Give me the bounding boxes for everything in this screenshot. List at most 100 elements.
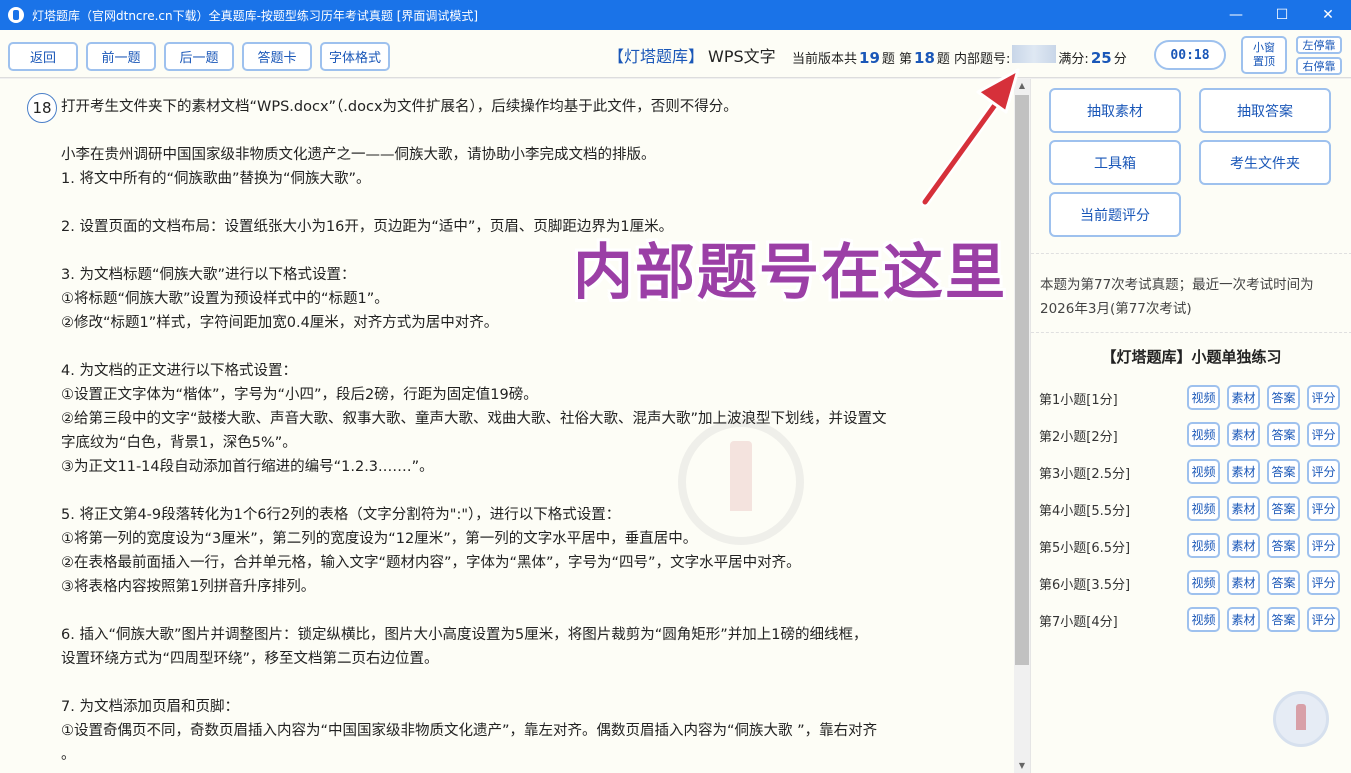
internal-id-value — [1012, 45, 1057, 63]
question-line — [61, 599, 1001, 623]
scroll-thumb[interactable] — [1015, 95, 1029, 665]
subquestion-answer-button[interactable]: 答案 — [1267, 570, 1300, 595]
subquestion-label: 第6小题[3.5分] — [1039, 578, 1131, 593]
question-line: ③将表格内容按照第1列拼音升序排列。 — [61, 579, 316, 595]
subquestion-label: 第1小题[1分] — [1039, 393, 1118, 408]
brand-title: 【灯塔题库】 WPS文字 — [608, 43, 776, 67]
annotation-text: 内部题号在这里 — [573, 238, 1007, 308]
panel-divider — [1031, 332, 1351, 333]
exam-info: 本题为第77次考试真题；最近一次考试时间为2026年3月(第77次考试) — [1040, 277, 1314, 317]
question-line: ②给第三段中的文字“鼓楼大歌、声音大歌、叙事大歌、童声大歌、戏曲大歌、社俗大歌、… — [61, 411, 887, 427]
practice-title: 【灯塔题库】小题单独练习 — [1101, 348, 1282, 366]
subquestion-grade-button[interactable]: 评分 — [1307, 422, 1340, 447]
subquestion-grade-button[interactable]: 评分 — [1307, 533, 1340, 558]
scroll-down-icon[interactable]: ▼ — [1014, 759, 1030, 773]
subquestion-video-button[interactable]: 视频 — [1187, 533, 1220, 558]
window-title: 灯塔题库（官网dtncre.cn下载）全真题库-按题型练习历年考试真题 [界面调… — [32, 8, 479, 23]
candidate-folder-button[interactable]: 考生文件夹 — [1199, 140, 1331, 185]
prev-question-button[interactable]: 前一题 — [86, 42, 156, 71]
maximize-button[interactable]: ☐ — [1259, 0, 1305, 30]
pin-window-button[interactable]: 小窗 置顶 — [1241, 36, 1287, 74]
toolbox-button[interactable]: 工具箱 — [1049, 140, 1181, 185]
back-button[interactable]: 返回 — [8, 42, 78, 71]
subquestion-video-button[interactable]: 视频 — [1187, 385, 1220, 410]
question-number-badge: 18 — [27, 93, 57, 123]
subquestion-row: 第6小题[3.5分] 视频 素材 答案 评分 — [1039, 570, 1349, 596]
question-line: 7. 为文档添加页眉和页脚： — [61, 699, 239, 715]
panel-divider — [1031, 253, 1351, 254]
content-scrollbar[interactable]: ▲ ▼ — [1014, 79, 1030, 773]
subquestion-row: 第3小题[2.5分] 视频 素材 答案 评分 — [1039, 459, 1349, 485]
minimize-button[interactable]: — — [1213, 0, 1259, 30]
score-label: 满分: — [1058, 52, 1089, 67]
subquestion-material-button[interactable]: 素材 — [1227, 533, 1260, 558]
question-line: ②修改“标题1”样式，字符间距加宽0.4厘米，对齐方式为居中对齐。 — [61, 315, 499, 331]
subquestion-answer-button[interactable]: 答案 — [1267, 422, 1300, 447]
lighthouse-logo — [1273, 691, 1329, 747]
subquestion-label: 第2小题[2分] — [1039, 430, 1118, 445]
scroll-up-icon[interactable]: ▲ — [1014, 79, 1030, 93]
subquestion-grade-button[interactable]: 评分 — [1307, 570, 1340, 595]
question-text: 打开考生文件夹下的素材文档“WPS.docx”（.docx为文件扩展名），后续操… — [61, 95, 1001, 767]
score-value: 25 — [1090, 49, 1112, 67]
subquestion-answer-button[interactable]: 答案 — [1267, 607, 1300, 632]
subquestion-material-button[interactable]: 素材 — [1227, 570, 1260, 595]
subquestion-answer-button[interactable]: 答案 — [1267, 459, 1300, 484]
question-line: ①将第一列的宽度设为“3厘米”，第二列的宽度设为“12厘米”，第一列的文字水平居… — [61, 531, 698, 547]
dock-right-button[interactable]: 右停靠 — [1296, 57, 1342, 75]
question-line — [61, 191, 1001, 215]
question-line — [61, 479, 1001, 503]
subquestion-video-button[interactable]: 视频 — [1187, 570, 1220, 595]
next-question-button[interactable]: 后一题 — [164, 42, 234, 71]
subquestion-material-button[interactable]: 素材 — [1227, 607, 1260, 632]
subquestion-row: 第7小题[4分] 视频 素材 答案 评分 — [1039, 607, 1349, 633]
subquestion-row: 第4小题[5.5分] 视频 素材 答案 评分 — [1039, 496, 1349, 522]
subquestion-label: 第4小题[5.5分] — [1039, 504, 1131, 519]
timer: 00:18 — [1154, 40, 1226, 70]
subquestion-material-button[interactable]: 素材 — [1227, 459, 1260, 484]
title-bar: 灯塔题库（官网dtncre.cn下载）全真题库-按题型练习历年考试真题 [界面调… — [0, 0, 1351, 30]
subquestion-material-button[interactable]: 素材 — [1227, 496, 1260, 521]
question-line: 1. 将文中所有的“侗族歌曲”替换为“侗族大歌”。 — [61, 171, 371, 187]
subquestion-grade-button[interactable]: 评分 — [1307, 459, 1340, 484]
question-line — [61, 335, 1001, 359]
subquestion-grade-button[interactable]: 评分 — [1307, 385, 1340, 410]
question-line: ①设置奇偶页不同，奇数页眉插入内容为“中国国家级非物质文化遗产”，靠左对齐。偶数… — [61, 723, 878, 739]
question-line — [61, 671, 1001, 695]
question-line: ③为正文11-14段自动添加首行缩进的编号“1.2.3.……”。 — [61, 459, 434, 475]
extract-answer-button[interactable]: 抽取答案 — [1199, 88, 1331, 133]
question-line: ②在表格最前面插入一行，合并单元格，输入文字“题材内容”，字体为“黑体”，字号为… — [61, 555, 801, 571]
subquestion-grade-button[interactable]: 评分 — [1307, 607, 1340, 632]
dock-left-button[interactable]: 左停靠 — [1296, 36, 1342, 54]
subquestion-row: 第2小题[2分] 视频 素材 答案 评分 — [1039, 422, 1349, 448]
close-button[interactable]: ✕ — [1305, 0, 1351, 30]
extract-material-button[interactable]: 抽取素材 — [1049, 88, 1181, 133]
subquestion-label: 第3小题[2.5分] — [1039, 467, 1131, 482]
subquestion-row: 第1小题[1分] 视频 素材 答案 评分 — [1039, 385, 1349, 411]
subquestion-material-button[interactable]: 素材 — [1227, 385, 1260, 410]
right-panel: 抽取素材 抽取答案 工具箱 考生文件夹 当前题评分 本题为第77次考试真题；最近… — [1030, 79, 1351, 773]
question-line: 。 — [61, 747, 76, 763]
font-format-button[interactable]: 字体格式 — [320, 42, 390, 71]
subquestion-row: 第5小题[6.5分] 视频 素材 答案 评分 — [1039, 533, 1349, 559]
app-icon — [8, 7, 24, 23]
answer-card-button[interactable]: 答题卡 — [242, 42, 312, 71]
question-line: 4. 为文档的正文进行以下格式设置： — [61, 363, 297, 379]
current-question-number: 18 — [914, 49, 935, 67]
subquestion-answer-button[interactable]: 答案 — [1267, 385, 1300, 410]
grade-current-button[interactable]: 当前题评分 — [1049, 192, 1181, 237]
subquestion-video-button[interactable]: 视频 — [1187, 422, 1220, 447]
question-content: 18 打开考生文件夹下的素材文档“WPS.docx”（.docx为文件扩展名），… — [0, 79, 1014, 773]
subject-name: WPS文字 — [708, 47, 776, 66]
score-unit: 分 — [1113, 52, 1127, 67]
subquestion-answer-button[interactable]: 答案 — [1267, 533, 1300, 558]
subquestion-grade-button[interactable]: 评分 — [1307, 496, 1340, 521]
subquestion-video-button[interactable]: 视频 — [1187, 496, 1220, 521]
total-count: 19 — [859, 49, 880, 67]
subquestion-material-button[interactable]: 素材 — [1227, 422, 1260, 447]
question-line: 5. 将正文第4-9段落转化为1个6行2列的表格（文字分割符为":"），进行以下… — [61, 507, 621, 523]
subquestion-video-button[interactable]: 视频 — [1187, 459, 1220, 484]
subquestion-answer-button[interactable]: 答案 — [1267, 496, 1300, 521]
subquestion-video-button[interactable]: 视频 — [1187, 607, 1220, 632]
question-meta: 当前版本共 19 题 第 18 题 内部题号: 满分: 25 分 — [792, 45, 1127, 67]
